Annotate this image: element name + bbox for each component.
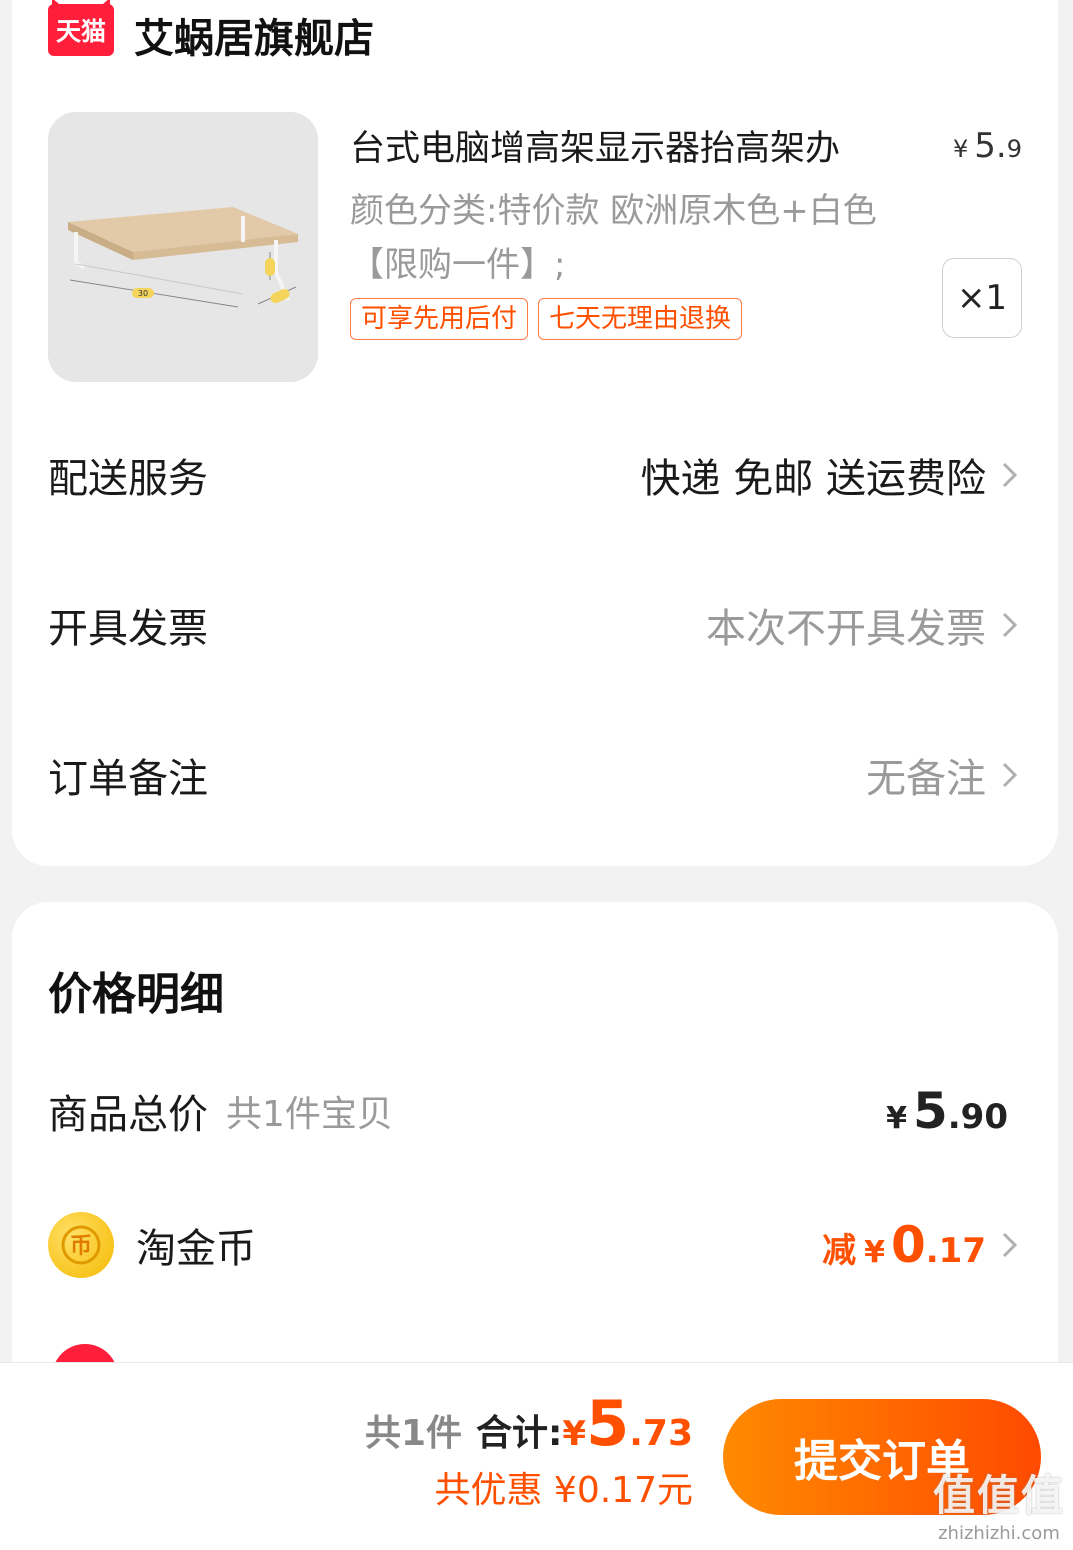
chevron-right-icon bbox=[1002, 462, 1018, 488]
tag-pay-later: 可享先用后付 bbox=[350, 298, 529, 340]
product-price: ¥5.9 bbox=[953, 126, 1022, 166]
total-price-symbol: ¥ bbox=[886, 1101, 907, 1136]
checkout-bar: 共1件 合计: ¥ 5 .73 共优惠 ¥0.17元 提交订单 值值值 zhiz… bbox=[0, 1362, 1073, 1550]
total-price-value: ¥5.90 bbox=[886, 1082, 1008, 1140]
submit-order-button[interactable]: 提交订单 bbox=[723, 1399, 1041, 1515]
total-price-int: 5 bbox=[912, 1082, 948, 1140]
price-dec: 9 bbox=[1006, 135, 1022, 163]
discount-int: 0 bbox=[890, 1216, 926, 1274]
tag-seven-day-return: 七天无理由退换 bbox=[538, 298, 743, 340]
store-name[interactable]: 艾蜗居旗舰店 bbox=[134, 6, 374, 64]
dimension-label-height bbox=[265, 258, 275, 276]
gold-coin-icon: 币 bbox=[48, 1212, 114, 1278]
chevron-right-icon bbox=[1002, 762, 1018, 788]
taojinbi-discount: 减 ¥0.17 bbox=[822, 1216, 986, 1274]
total-discount: 共优惠 ¥0.17元 bbox=[434, 1470, 693, 1511]
delivery-value: 快递 免邮 送运费险 bbox=[640, 456, 986, 502]
order-total: 共1件 合计: ¥ 5 .73 bbox=[365, 1387, 693, 1460]
dimension-text-30: 30 bbox=[138, 289, 148, 298]
note-value: 无备注 bbox=[866, 756, 986, 802]
total-dec: .73 bbox=[629, 1413, 693, 1454]
total-symbol: ¥ bbox=[562, 1414, 587, 1454]
discount-dec: .17 bbox=[925, 1231, 986, 1271]
order-card: 天猫 艾蜗居旗舰店 30 台式电脑增高架显示器抬高架办 ¥5.9 颜色分类:特价… bbox=[12, 0, 1058, 866]
delivery-label: 配送服务 bbox=[48, 456, 208, 502]
total-label: 合计: bbox=[476, 1413, 563, 1454]
product-image[interactable]: 30 bbox=[48, 112, 318, 382]
price-symbol: ¥ bbox=[952, 135, 969, 163]
order-note-row[interactable]: 订单备注 无备注 bbox=[48, 740, 1022, 810]
note-label: 订单备注 bbox=[48, 756, 208, 802]
item-count-label: 共1件宝贝 bbox=[226, 1094, 393, 1135]
svg-text:币: 币 bbox=[70, 1234, 92, 1259]
taojinbi-label: 淘金币 bbox=[136, 1226, 256, 1272]
product-sku[interactable]: 颜色分类:特价款 欧洲原木色+白色【限购一件】; bbox=[350, 184, 930, 292]
total-price-row: 商品总价 共1件宝贝 ¥5.90 bbox=[48, 1076, 1022, 1146]
price-detail-title: 价格明细 bbox=[48, 969, 224, 1020]
watermark-url: zhizhizhi.com bbox=[938, 1523, 1060, 1544]
desk-riser-illustration: 30 bbox=[48, 112, 318, 382]
chevron-right-icon bbox=[1002, 1232, 1018, 1258]
total-price-label: 商品总价 bbox=[48, 1092, 208, 1138]
quantity-button[interactable]: ×1 bbox=[942, 258, 1022, 338]
tmall-logo-text: 天猫 bbox=[55, 17, 106, 46]
invoice-value: 本次不开具发票 bbox=[706, 606, 986, 652]
invoice-row[interactable]: 开具发票 本次不开具发票 bbox=[48, 590, 1022, 660]
taojinbi-row[interactable]: 币 淘金币 减 ¥0.17 bbox=[48, 1210, 1022, 1280]
product-title[interactable]: 台式电脑增高架显示器抬高架办 bbox=[350, 120, 920, 171]
discount-symbol: ¥ bbox=[864, 1235, 885, 1270]
delivery-row[interactable]: 配送服务 快递 免邮 送运费险 bbox=[48, 440, 1022, 510]
coin-glyph: 币 bbox=[61, 1225, 101, 1265]
price-int: 5. bbox=[974, 126, 1007, 166]
discount-prefix: 减 bbox=[822, 1231, 857, 1271]
tmall-logo: 天猫 bbox=[48, 4, 114, 56]
invoice-label: 开具发票 bbox=[48, 606, 208, 652]
total-count: 共1件 bbox=[364, 1413, 462, 1454]
chevron-right-icon bbox=[1002, 612, 1018, 638]
total-price-dec: .90 bbox=[947, 1097, 1008, 1137]
total-int: 5 bbox=[586, 1387, 630, 1460]
service-tags: 可享先用后付 七天无理由退换 bbox=[350, 298, 743, 340]
